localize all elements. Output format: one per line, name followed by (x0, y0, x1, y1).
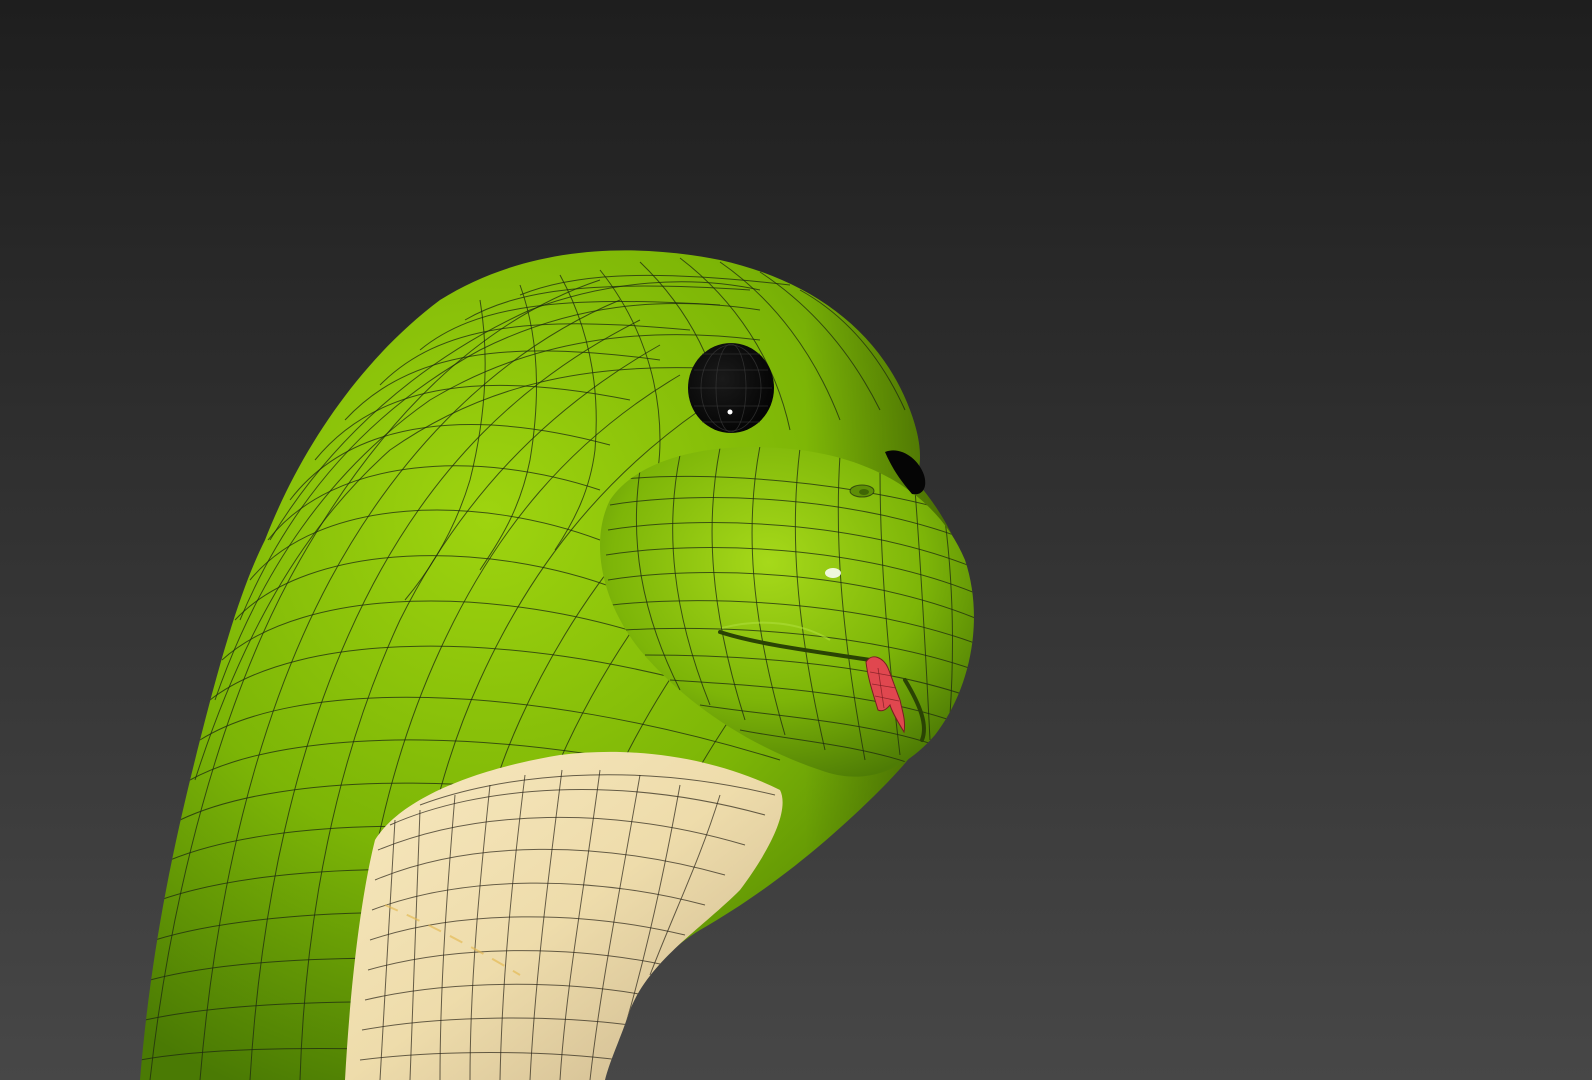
viewport-canvas[interactable] (0, 0, 1592, 1080)
specular-highlight (825, 568, 841, 578)
eye-left-icon[interactable] (688, 343, 774, 433)
3d-viewport[interactable] (0, 0, 1592, 1080)
nostril-inner (859, 489, 869, 495)
